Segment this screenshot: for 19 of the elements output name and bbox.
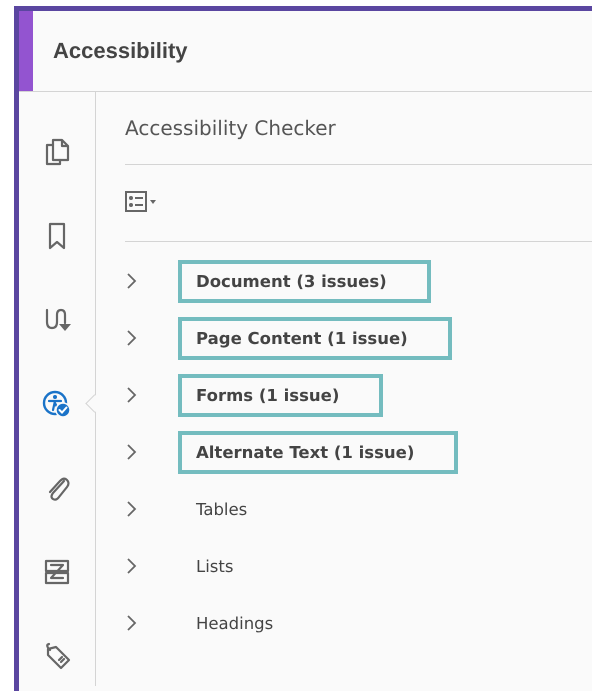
category-label[interactable]: Tables (178, 488, 292, 530)
panel-title: Accessibility (53, 38, 188, 64)
expand-chevron-icon[interactable] (125, 557, 137, 575)
category-label[interactable]: Document (3 issues) (178, 260, 431, 302)
category-label[interactable]: Headings (178, 602, 318, 644)
expand-chevron-icon[interactable] (125, 614, 137, 632)
category-label[interactable]: Alternate Text (1 issue) (178, 430, 458, 474)
list-icon (125, 191, 157, 215)
expand-chevron-icon[interactable] (125, 272, 137, 290)
expand-chevron-icon[interactable] (125, 386, 137, 404)
options-button[interactable] (125, 191, 157, 215)
category-label[interactable]: Page Content (1 issue) (178, 316, 452, 360)
expand-chevron-icon[interactable] (125, 329, 137, 347)
accessibility-check-icon (42, 388, 72, 418)
expand-chevron-icon[interactable] (125, 500, 137, 518)
expand-chevron-icon[interactable] (125, 443, 137, 461)
category-label[interactable]: Forms (1 issue) (178, 374, 384, 416)
checker-title: Accessibility Checker (125, 92, 592, 165)
category-label[interactable]: Lists (178, 544, 278, 588)
